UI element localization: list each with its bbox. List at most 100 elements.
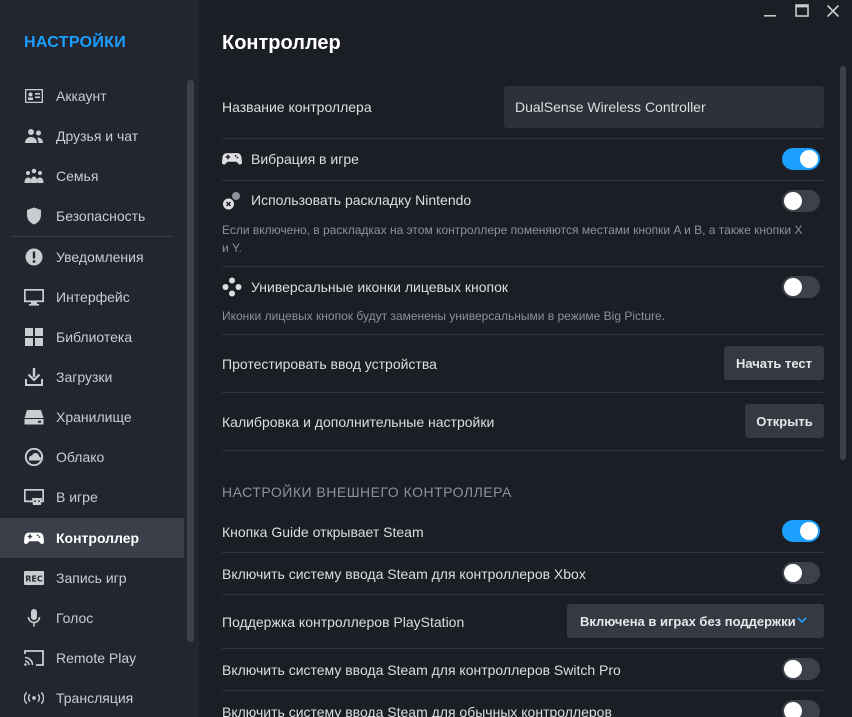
sidebar-item-cloud[interactable]: Облако [0, 437, 184, 477]
sidebar-item-label: Интерфейс [56, 289, 130, 305]
sidebar-scrollbar[interactable] [187, 80, 194, 642]
cloud-icon [24, 447, 44, 467]
sidebar-item-friends[interactable]: Друзья и чат [0, 116, 184, 156]
open-calibration-button[interactable]: Открыть [745, 404, 824, 438]
sidebar-item-interface[interactable]: Интерфейс [0, 277, 184, 317]
nintendo-layout-description: Если включено, в раскладках на этом конт… [222, 223, 803, 255]
vibration-toggle[interactable] [782, 148, 820, 170]
generic-input-label: Включить систему ввода Steam для обычных… [222, 704, 612, 717]
main-scrollbar[interactable] [840, 66, 846, 460]
minimize-button[interactable] [758, 2, 782, 24]
shield-icon [24, 206, 44, 226]
sidebar-item-label: Remote Play [56, 650, 137, 666]
xbox-input-label: Включить систему ввода Steam для контрол… [222, 566, 586, 582]
gamepad-icon [222, 149, 242, 169]
minimize-icon [763, 4, 777, 23]
chevron-down-icon [796, 614, 808, 629]
close-icon [826, 4, 840, 23]
nintendo-layout-label: Использовать раскладку Nintendo [251, 192, 472, 208]
playstation-support-label: Поддержка контроллеров PlayStation [222, 614, 465, 630]
universal-icons-toggle[interactable] [782, 276, 820, 298]
sidebar-item-label: Облако [56, 449, 105, 465]
guide-button-label: Кнопка Guide открывает Steam [222, 524, 424, 540]
nintendo-layout-icon [222, 191, 242, 211]
toggle-knob [784, 660, 802, 678]
divider [222, 138, 824, 139]
universal-icons-label: Универсальные иконки лицевых кнопок [251, 279, 509, 295]
generic-input-toggle[interactable] [782, 700, 820, 717]
account-card-icon [24, 86, 44, 106]
sidebar-item-in-game[interactable]: В игре [0, 477, 184, 517]
sidebar-item-label: Друзья и чат [56, 128, 139, 144]
test-input-label: Протестировать ввод устройства [222, 356, 437, 372]
notification-icon [24, 247, 44, 267]
sidebar-item-label: Аккаунт [56, 88, 107, 104]
divider [222, 334, 824, 335]
universal-icons-description: Иконки лицевых кнопок будут заменены уни… [222, 309, 666, 323]
start-test-button[interactable]: Начать тест [724, 346, 824, 380]
toggle-knob [784, 192, 802, 210]
cast-icon [24, 648, 44, 668]
sidebar-item-label: Загрузки [56, 369, 113, 385]
svg-text:REC: REC [25, 575, 43, 584]
xbox-input-toggle[interactable] [782, 562, 820, 584]
sidebar-item-label: Безопасность [56, 208, 146, 224]
sidebar-item-label: Хранилище [56, 409, 132, 425]
maximize-icon [795, 3, 809, 23]
rec-icon: REC [24, 568, 44, 588]
broadcast-icon [24, 688, 44, 708]
monitor-icon [24, 287, 44, 307]
switch-pro-input-toggle[interactable] [782, 658, 820, 680]
playstation-support-value: Включена в играх без поддержки [580, 613, 796, 629]
divider [222, 552, 824, 553]
sidebar-item-label: Трансляция [56, 690, 134, 706]
sidebar-item-security[interactable]: Безопасность [0, 196, 184, 236]
sidebar-item-label: Контроллер [56, 530, 140, 546]
sidebar-item-label: Голос [56, 610, 94, 626]
sidebar-item-controller[interactable]: Контроллер [0, 518, 184, 558]
sidebar-item-label: Библиотека [56, 329, 133, 345]
switch-pro-input-label: Включить систему ввода Steam для контрол… [222, 662, 621, 678]
sidebar-item-label: Семья [56, 168, 99, 184]
sidebar-item-remote-play[interactable]: Remote Play [0, 638, 184, 678]
download-icon [24, 367, 44, 387]
nintendo-layout-toggle[interactable] [782, 190, 820, 212]
gamepad-icon [24, 528, 44, 548]
playstation-support-dropdown[interactable]: Включена в играх без поддержки [567, 604, 824, 638]
sidebar-item-voice[interactable]: Голос [0, 598, 184, 638]
sidebar-item-family[interactable]: Семья [0, 156, 184, 196]
friends-icon [24, 126, 44, 146]
sidebar-item-account[interactable]: Аккаунт [0, 76, 184, 116]
sidebar-item-label: Уведомления [56, 249, 144, 265]
face-buttons-icon [222, 277, 242, 297]
sidebar-item-broadcasting[interactable]: Трансляция [0, 678, 184, 717]
sidebar-item-storage[interactable]: Хранилище [0, 397, 184, 437]
settings-sidebar: НАСТРОЙКИ Аккаунт Друзья и чат Семья Без… [0, 0, 199, 717]
controller-name-label: Название контроллера [222, 99, 372, 115]
sidebar-item-notifications[interactable]: Уведомления [0, 237, 184, 277]
sidebar-item-label: Запись игр [56, 570, 127, 586]
toggle-knob [800, 150, 818, 168]
toggle-knob [784, 564, 802, 582]
sidebar-item-downloads[interactable]: Загрузки [0, 357, 184, 397]
divider [222, 648, 824, 649]
divider [222, 450, 824, 451]
divider [222, 266, 824, 267]
sidebar-item-game-recording[interactable]: REC Запись игр [0, 558, 184, 598]
divider [222, 180, 824, 181]
in-game-icon [24, 487, 44, 507]
toggle-knob [800, 522, 818, 540]
controller-name-input[interactable]: DualSense Wireless Controller [504, 86, 824, 128]
maximize-button[interactable] [790, 2, 814, 24]
page-title: Контроллер [222, 32, 341, 54]
sidebar-item-library[interactable]: Библиотека [0, 317, 184, 357]
divider [222, 392, 824, 393]
divider [222, 594, 824, 595]
controller-name-value: DualSense Wireless Controller [515, 99, 706, 115]
calibration-label: Калибровка и дополнительные настройки [222, 414, 495, 430]
sidebar-title: НАСТРОЙКИ [24, 34, 127, 51]
divider [222, 690, 824, 691]
family-icon [24, 166, 44, 186]
close-button[interactable] [821, 2, 845, 24]
guide-button-toggle[interactable] [782, 520, 820, 542]
